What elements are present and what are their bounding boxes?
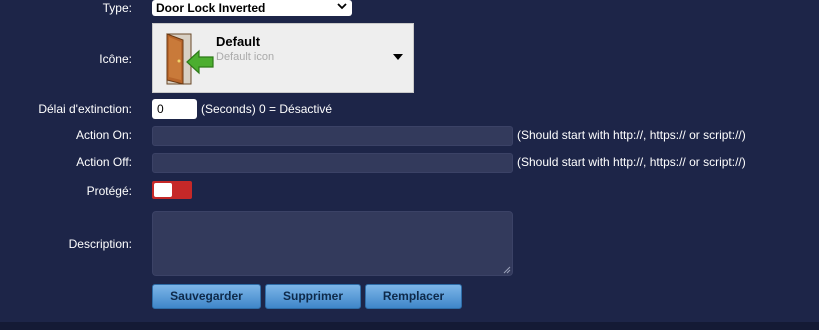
delete-button[interactable]: Supprimer [265, 284, 361, 309]
chevron-down-icon [337, 3, 347, 10]
action-on-hint: (Should start with http://, https:// or … [517, 128, 746, 142]
description-label: Description: [68, 237, 132, 251]
icon-name: Default [216, 34, 261, 49]
type-select[interactable]: Door Lock Inverted [152, 0, 352, 16]
icon-description: Default icon [216, 51, 275, 63]
action-on-input[interactable] [152, 126, 513, 146]
toggle-knob [154, 183, 172, 197]
replace-button[interactable]: Remplacer [365, 284, 462, 309]
off-delay-hint: (Seconds) 0 = Désactivé [201, 102, 333, 116]
off-delay-input[interactable]: 0 [152, 99, 197, 119]
icon-label: Icône: [99, 52, 132, 66]
footer-bar [0, 322, 819, 330]
door-with-green-arrow-icon [166, 33, 214, 85]
action-off-input[interactable] [152, 153, 513, 173]
dropdown-arrow-icon[interactable] [393, 54, 403, 60]
description-textarea[interactable] [152, 211, 513, 276]
resize-grip-icon[interactable] [503, 266, 511, 274]
action-off-label: Action Off: [76, 155, 132, 169]
protected-toggle[interactable] [152, 181, 192, 199]
protected-label: Protégé: [86, 184, 132, 198]
type-select-value: Door Lock Inverted [156, 1, 266, 15]
icon-select[interactable]: Default Default icon [152, 23, 414, 93]
save-button[interactable]: Sauvegarder [152, 284, 261, 309]
action-off-hint: (Should start with http://, https:// or … [517, 155, 746, 169]
type-label: Type: [102, 1, 132, 15]
action-on-label: Action On: [75, 128, 132, 142]
off-delay-label: Délai d'extinction: [38, 102, 132, 116]
